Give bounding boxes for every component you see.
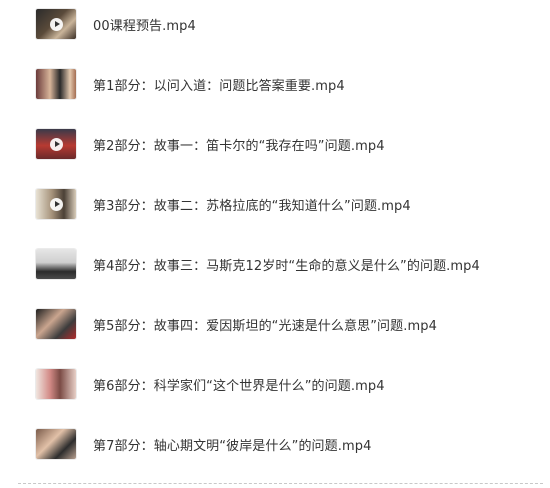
- file-name: 第1部分：以问入道：问题比答案重要.mp4: [93, 78, 345, 94]
- play-icon: [49, 137, 63, 151]
- video-thumbnail-icon: [36, 189, 76, 219]
- video-thumbnail-icon: [36, 249, 76, 279]
- list-item[interactable]: 第7部分：轴心期文明“彼岸是什么”的问题.mp4: [36, 428, 536, 460]
- list-item[interactable]: 第4部分：故事三：马斯克12岁时“生命的意义是什么”的问题.mp4: [36, 248, 536, 280]
- list-item[interactable]: 第2部分：故事一：笛卡尔的“我存在吗”问题.mp4: [36, 128, 536, 160]
- file-name: 第2部分：故事一：笛卡尔的“我存在吗”问题.mp4: [93, 138, 385, 154]
- play-icon: [49, 197, 63, 211]
- file-name: 00课程预告.mp4: [93, 18, 196, 34]
- file-list: 00课程预告.mp4 第1部分：以问入道：问题比答案重要.mp4 第2部分：故事…: [0, 0, 550, 488]
- list-item[interactable]: 00课程预告.mp4: [36, 8, 536, 40]
- list-item[interactable]: 第6部分：科学家们“这个世界是什么”的问题.mp4: [36, 368, 536, 400]
- video-thumbnail-icon: [36, 69, 76, 99]
- play-icon: [49, 17, 63, 31]
- video-thumbnail-icon: [36, 129, 76, 159]
- video-thumbnail-icon: [36, 429, 76, 459]
- divider: [18, 483, 543, 484]
- file-name: 第3部分：故事二：苏格拉底的“我知道什么”问题.mp4: [93, 198, 411, 214]
- video-thumbnail-icon: [36, 9, 76, 39]
- list-item[interactable]: 第3部分：故事二：苏格拉底的“我知道什么”问题.mp4: [36, 188, 536, 220]
- list-item[interactable]: 第1部分：以问入道：问题比答案重要.mp4: [36, 68, 536, 100]
- file-name: 第7部分：轴心期文明“彼岸是什么”的问题.mp4: [93, 438, 372, 454]
- file-name: 第4部分：故事三：马斯克12岁时“生命的意义是什么”的问题.mp4: [93, 258, 480, 274]
- video-thumbnail-icon: [36, 369, 76, 399]
- file-name: 第6部分：科学家们“这个世界是什么”的问题.mp4: [93, 378, 385, 394]
- video-thumbnail-icon: [36, 309, 76, 339]
- file-name: 第5部分：故事四：爱因斯坦的“光速是什么意思”问题.mp4: [93, 318, 437, 334]
- list-item[interactable]: 第5部分：故事四：爱因斯坦的“光速是什么意思”问题.mp4: [36, 308, 536, 340]
